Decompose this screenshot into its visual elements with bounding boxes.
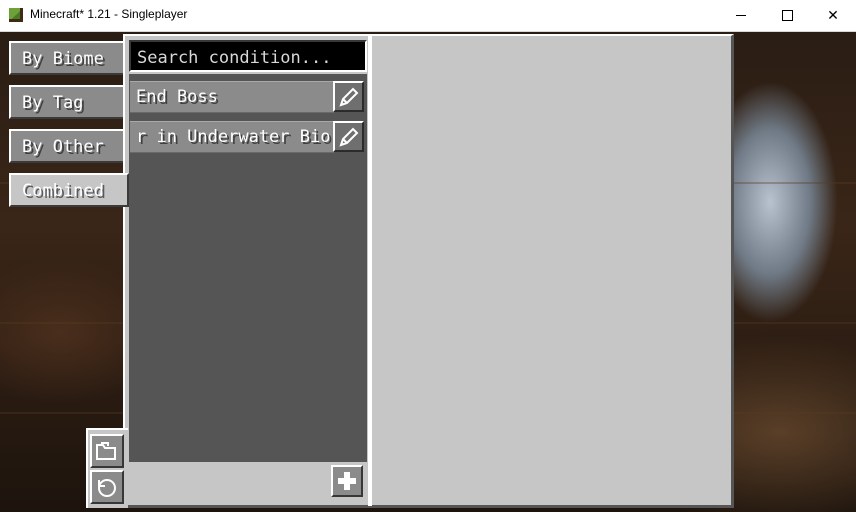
- plus-icon: [338, 472, 356, 490]
- minimize-icon: [736, 15, 746, 16]
- condition-item-underwater-biome[interactable]: r in Underwater Bio: [130, 121, 334, 153]
- tab-by-biome[interactable]: By Biome: [9, 41, 127, 75]
- pencil-icon: [338, 87, 358, 107]
- window-titlebar: Minecraft* 1.21 - Singleplayer ✕: [0, 0, 856, 32]
- minecraft-grass-block-icon: [9, 8, 23, 22]
- condition-item-end-boss[interactable]: End Boss: [130, 81, 334, 113]
- panel-divider: [368, 36, 372, 506]
- search-input[interactable]: [129, 40, 367, 72]
- close-button[interactable]: ✕: [810, 0, 856, 31]
- minimize-button[interactable]: [718, 0, 764, 31]
- reload-icon: [98, 479, 116, 497]
- maximize-button[interactable]: [764, 0, 810, 31]
- edit-condition-button[interactable]: [333, 121, 364, 152]
- maximize-icon: [781, 10, 793, 21]
- folder-icon: [96, 442, 116, 460]
- window-title: Minecraft* 1.21 - Singleplayer: [30, 7, 188, 21]
- pencil-icon: [338, 127, 358, 147]
- add-condition-button[interactable]: [331, 465, 363, 497]
- open-folder-button[interactable]: [90, 434, 124, 468]
- edit-condition-button[interactable]: [333, 81, 364, 112]
- tab-by-tag[interactable]: By Tag: [9, 85, 127, 119]
- tab-combined[interactable]: Combined: [9, 173, 129, 207]
- reload-button[interactable]: [90, 470, 124, 504]
- close-icon: ✕: [827, 7, 839, 23]
- condition-detail-area: [374, 38, 728, 504]
- tab-by-other[interactable]: By Other: [9, 129, 127, 163]
